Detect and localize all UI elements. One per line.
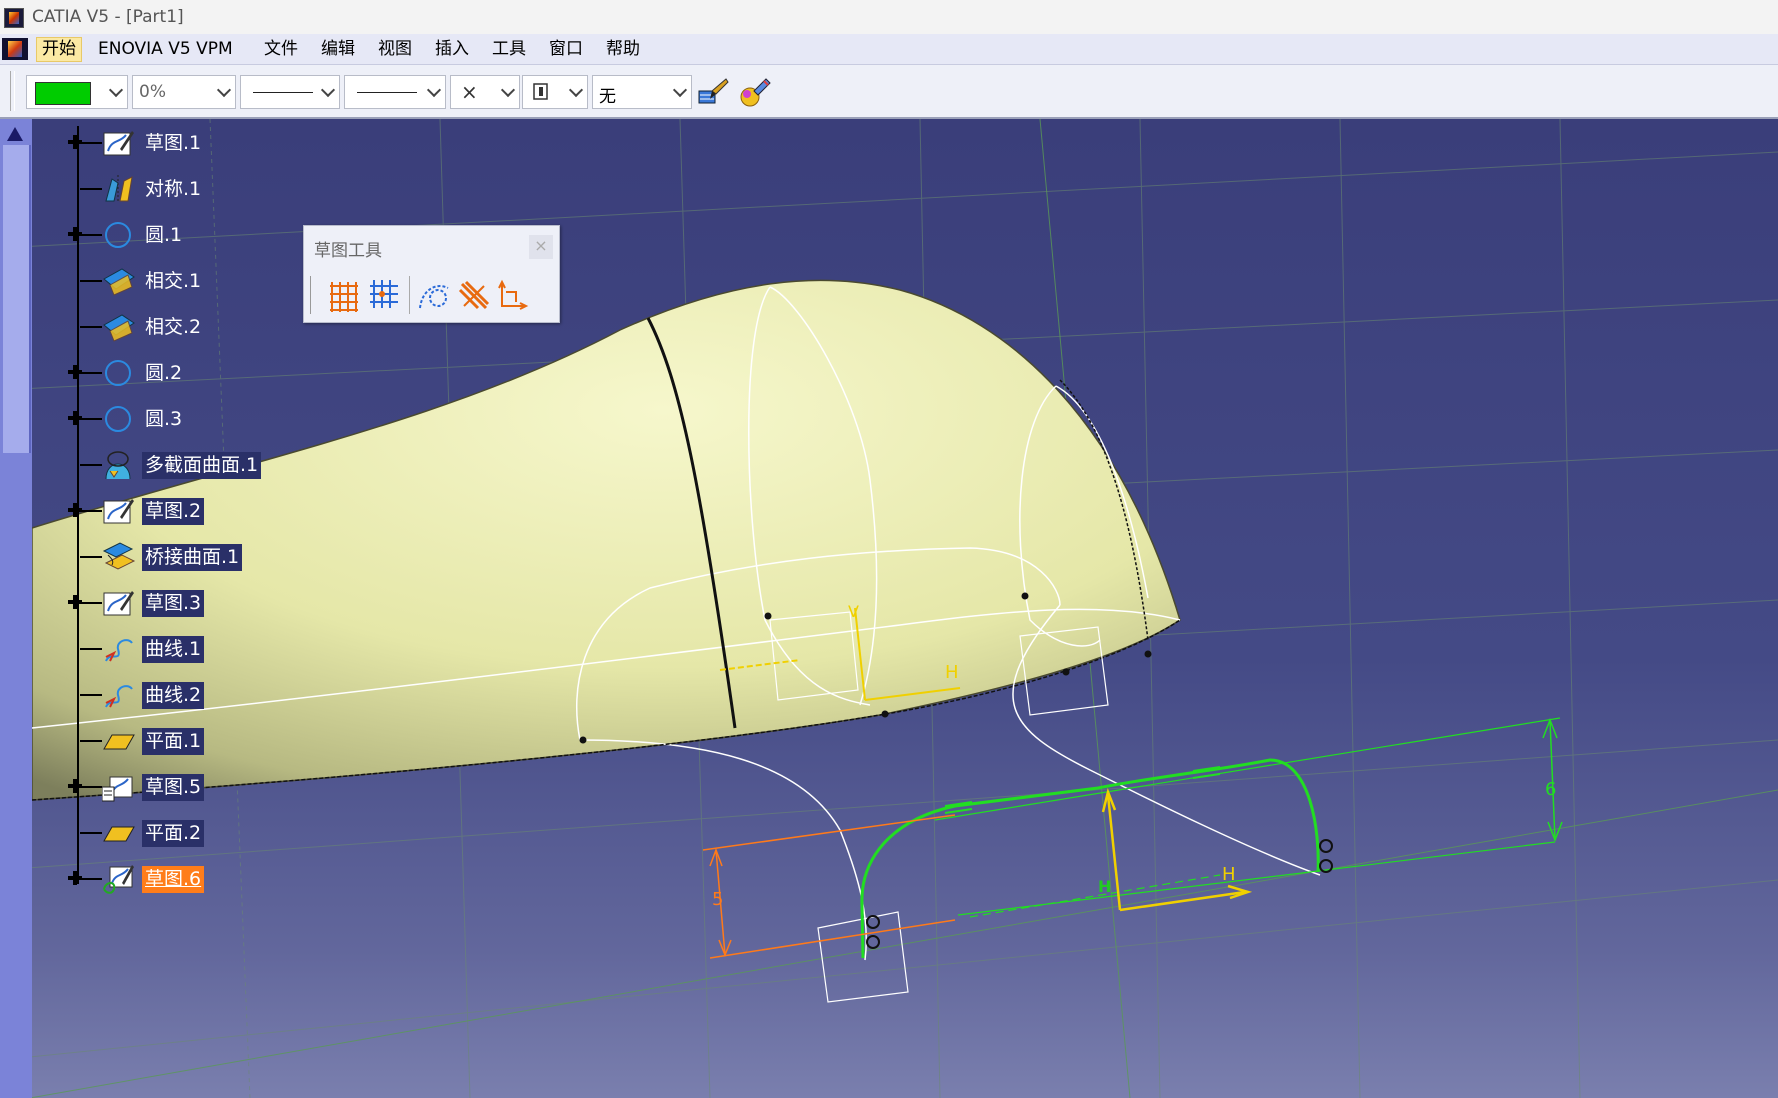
curve-icon bbox=[105, 685, 133, 708]
transparency-value: 0% bbox=[139, 82, 166, 102]
layer-value: 无 bbox=[599, 87, 616, 107]
sketch-tools-toolbar[interactable]: 草图工具 × bbox=[303, 225, 560, 323]
axis-label-h2: H bbox=[1222, 864, 1236, 885]
green-sketch-profile[interactable] bbox=[860, 758, 1320, 959]
color-swatch bbox=[35, 82, 91, 105]
sketch-icon bbox=[103, 499, 134, 524]
axis-label-v1: V bbox=[848, 602, 859, 621]
sketch-icon bbox=[103, 131, 134, 156]
sketch-icon bbox=[102, 776, 133, 802]
tree-item-label: 圆.2 bbox=[145, 362, 183, 384]
tree-item-label: 曲线.2 bbox=[142, 682, 205, 709]
tree-item-label: 桥接曲面.1 bbox=[142, 544, 243, 571]
rendering-style-icon bbox=[533, 83, 548, 100]
line-type-preview bbox=[357, 92, 417, 93]
chevron-down-icon bbox=[108, 82, 124, 98]
curve-icon bbox=[105, 639, 133, 662]
tree-item-label: 曲线.1 bbox=[142, 636, 205, 663]
catia-logo-icon[interactable] bbox=[2, 38, 28, 60]
multi-section-surface-icon bbox=[105, 451, 131, 480]
blend-surface-icon bbox=[102, 542, 136, 570]
plane-icon bbox=[103, 734, 135, 750]
menu-insert[interactable]: 插入 bbox=[430, 38, 474, 61]
3d-scene[interactable]: H V 6 5 H H bbox=[0, 119, 1778, 1098]
tree-scrollbar[interactable] bbox=[0, 119, 32, 1098]
construction-element-icon[interactable] bbox=[416, 278, 452, 312]
dimension-5[interactable] bbox=[702, 814, 956, 959]
chevron-down-icon bbox=[426, 82, 442, 98]
tree-item-label: 相交.1 bbox=[145, 270, 202, 292]
layer-select[interactable]: 无 bbox=[592, 75, 692, 109]
color-select[interactable] bbox=[26, 75, 128, 109]
graphic-properties-icon[interactable] bbox=[738, 77, 772, 109]
dimension-label-6[interactable]: 6 bbox=[1545, 779, 1556, 800]
dimensional-constraints-icon[interactable] bbox=[496, 278, 532, 312]
catia-app-icon bbox=[4, 8, 24, 28]
grid-icon[interactable] bbox=[326, 278, 362, 312]
toolbar-grip[interactable] bbox=[10, 71, 15, 111]
tree-item-label: 对称.1 bbox=[145, 178, 202, 200]
symmetry-icon bbox=[105, 175, 133, 203]
menu-edit[interactable]: 编辑 bbox=[316, 38, 360, 61]
tree-item-label: 平面.1 bbox=[142, 728, 205, 755]
chevron-down-icon bbox=[500, 82, 516, 98]
circle-icon bbox=[105, 360, 131, 386]
fuselage-surface[interactable] bbox=[31, 279, 1181, 801]
chevron-down-icon bbox=[672, 82, 688, 98]
menu-start[interactable]: 开始 bbox=[36, 37, 82, 62]
sketch-icon bbox=[103, 591, 134, 616]
sketch-edit-icon bbox=[103, 865, 134, 894]
rendering-style-select[interactable] bbox=[522, 75, 588, 109]
circle-icon bbox=[105, 406, 131, 432]
scrollbar-thumb[interactable] bbox=[3, 145, 31, 453]
painter-icon[interactable] bbox=[696, 77, 730, 109]
tree-item-label: 草图.1 bbox=[145, 132, 202, 154]
chevron-down-icon bbox=[568, 82, 584, 98]
tree-item-label: 圆.1 bbox=[145, 224, 183, 246]
axis-label-h1: H bbox=[945, 662, 959, 683]
plane-icon bbox=[103, 826, 135, 842]
tree-item-label: 草图.2 bbox=[142, 498, 205, 525]
menu-help[interactable]: 帮助 bbox=[601, 38, 645, 61]
graphic-properties-toolbar: 0% × 无 bbox=[0, 65, 1778, 119]
sketch-axis-yellow bbox=[1101, 787, 1253, 912]
tree-item-label: 相交.2 bbox=[145, 316, 202, 338]
dimension-label-5[interactable]: 5 bbox=[712, 889, 723, 910]
tree-item-label: 圆.3 bbox=[145, 408, 183, 430]
menu-file[interactable]: 文件 bbox=[259, 38, 303, 61]
scroll-up-arrow-icon[interactable] bbox=[7, 127, 23, 141]
point-type-select[interactable]: × bbox=[450, 75, 520, 109]
menu-view[interactable]: 视图 bbox=[373, 38, 417, 61]
toolbar-grip[interactable] bbox=[310, 276, 313, 314]
green-reference-lines bbox=[934, 717, 1561, 918]
tree-item-label: 草图.6 bbox=[142, 866, 205, 893]
transparency-select[interactable]: 0% bbox=[132, 75, 236, 109]
tree-item-label: 平面.2 bbox=[142, 820, 205, 847]
chevron-down-icon bbox=[320, 82, 336, 98]
window-title: CATIA V5 - [Part1] bbox=[32, 7, 184, 27]
tree-item-label: 草图.3 bbox=[142, 590, 205, 617]
snap-to-point-icon[interactable] bbox=[366, 278, 402, 312]
tree-item-label: 多截面曲面.1 bbox=[142, 452, 262, 479]
geometrical-constraints-icon[interactable] bbox=[456, 278, 492, 312]
axis-label-v2: H bbox=[1098, 877, 1111, 896]
line-thickness-preview bbox=[253, 92, 313, 93]
intersection-icon bbox=[103, 314, 135, 342]
sketch-tools-title: 草图工具 bbox=[314, 241, 382, 261]
circle-icon bbox=[105, 222, 131, 248]
3d-viewport[interactable]: H V 6 5 H H bbox=[0, 119, 1778, 1098]
menu-tools[interactable]: 工具 bbox=[487, 38, 531, 61]
tree-item-label: 草图.5 bbox=[142, 774, 205, 801]
intersection-icon bbox=[103, 268, 135, 296]
point-type-value: × bbox=[461, 80, 478, 104]
menu-bar: 开始 ENOVIA V5 VPM 文件 编辑 视图 插入 工具 窗口 帮助 bbox=[0, 34, 1778, 65]
line-type-select[interactable] bbox=[344, 75, 446, 109]
menu-enovia[interactable]: ENOVIA V5 VPM bbox=[93, 38, 238, 61]
line-thickness-select[interactable] bbox=[240, 75, 340, 109]
chevron-down-icon bbox=[216, 82, 232, 98]
title-bar: CATIA V5 - [Part1] bbox=[0, 0, 1778, 34]
close-icon[interactable]: × bbox=[529, 235, 553, 259]
menu-window[interactable]: 窗口 bbox=[544, 38, 588, 61]
